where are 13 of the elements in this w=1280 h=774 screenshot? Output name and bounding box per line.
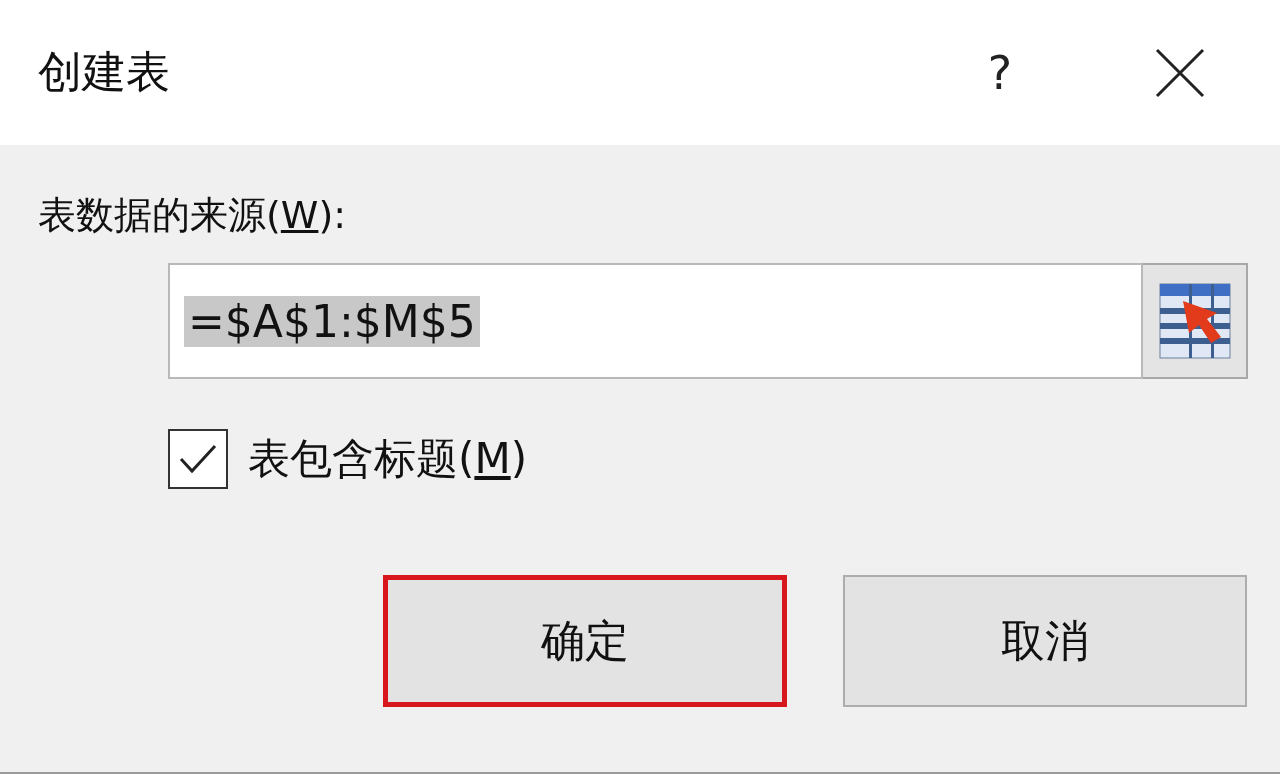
range-value: =$A$1:$M$5 (184, 295, 480, 347)
range-field[interactable]: =$A$1:$M$5 (168, 263, 1143, 379)
checkbox-label: 表包含标题(M) (248, 433, 528, 485)
field-label: 表数据的来源(W): (38, 192, 348, 239)
window-title: 创建表 (38, 45, 171, 99)
range-picker-icon (1158, 283, 1231, 359)
close-icon (1155, 47, 1205, 98)
header-checkbox[interactable] (168, 429, 228, 489)
dialog-button[interactable]: 确定 (383, 575, 787, 707)
check-icon (178, 442, 218, 476)
help-button[interactable]: ? (960, 44, 1040, 101)
collapse-button[interactable] (1143, 263, 1248, 379)
dialog-button[interactable]: 取消 (843, 575, 1247, 707)
